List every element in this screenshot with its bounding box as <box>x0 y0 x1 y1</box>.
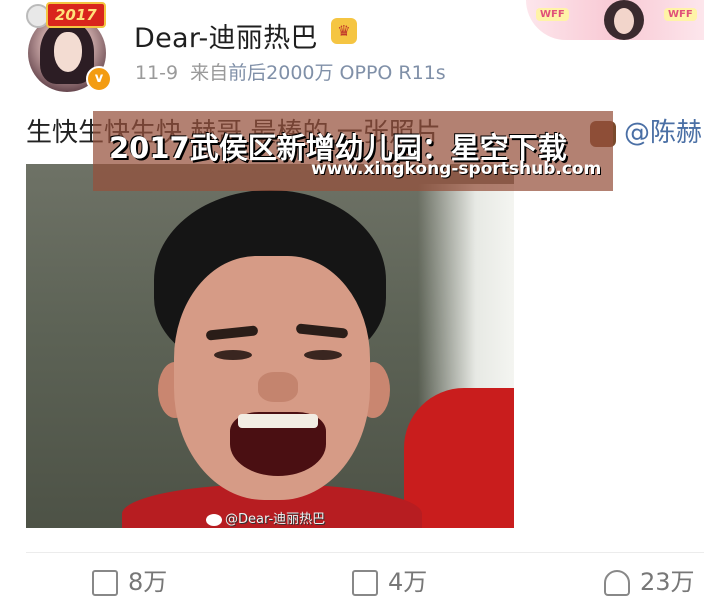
share-icon <box>92 570 118 596</box>
post-meta: 11-9 来自前后2000万 OPPO R11s <box>135 58 446 85</box>
photo-eye-right <box>304 350 342 360</box>
crown-icon[interactable]: ♛ <box>331 18 357 44</box>
thumbs-up-icon <box>604 570 630 596</box>
username[interactable]: Dear-迪丽热巴 <box>134 16 318 55</box>
photo-watermark: @Dear-迪丽热巴 <box>206 508 325 527</box>
ad-banner[interactable]: 2017武侯区新增幼儿园：星空下载 www.xingkong-sportshub… <box>93 111 613 191</box>
deco-tag-right: WFF <box>664 8 697 21</box>
banner-url[interactable]: www.xingkong-sportshub.com <box>311 159 601 179</box>
action-divider <box>26 552 704 553</box>
photo-watermark-text: @Dear-迪丽热巴 <box>225 512 326 527</box>
post-source[interactable]: 前后2000万 OPPO R11s <box>228 62 446 84</box>
weibo-logo-icon <box>206 513 222 526</box>
year-badge: 2017 <box>46 2 106 28</box>
share-count: 8万 <box>128 568 168 596</box>
deco-tag-left: WFF <box>536 8 569 21</box>
verified-icon: v <box>86 66 112 92</box>
comment-button[interactable]: 4万 <box>352 562 427 597</box>
source-prefix: 来自 <box>190 62 229 84</box>
comment-icon <box>352 570 378 596</box>
post-photo[interactable]: @Dear-迪丽热巴 <box>26 164 514 528</box>
mention-link[interactable]: @陈赫 <box>624 118 702 148</box>
comment-count: 4万 <box>388 568 428 596</box>
avatar-face <box>54 32 82 72</box>
like-button[interactable]: 23万 <box>604 562 695 597</box>
post-date: 11-9 <box>135 62 179 84</box>
deco-portrait <box>604 0 644 40</box>
photo-background-person <box>404 388 514 528</box>
photo-eye-left <box>214 350 252 360</box>
header-decoration: WFF WFF <box>526 0 704 40</box>
photo-nose <box>258 372 298 402</box>
photo-teeth <box>238 414 318 428</box>
avatar[interactable]: 2017 v <box>22 2 118 94</box>
like-count: 23万 <box>640 568 695 596</box>
share-button[interactable]: 8万 <box>92 562 167 597</box>
